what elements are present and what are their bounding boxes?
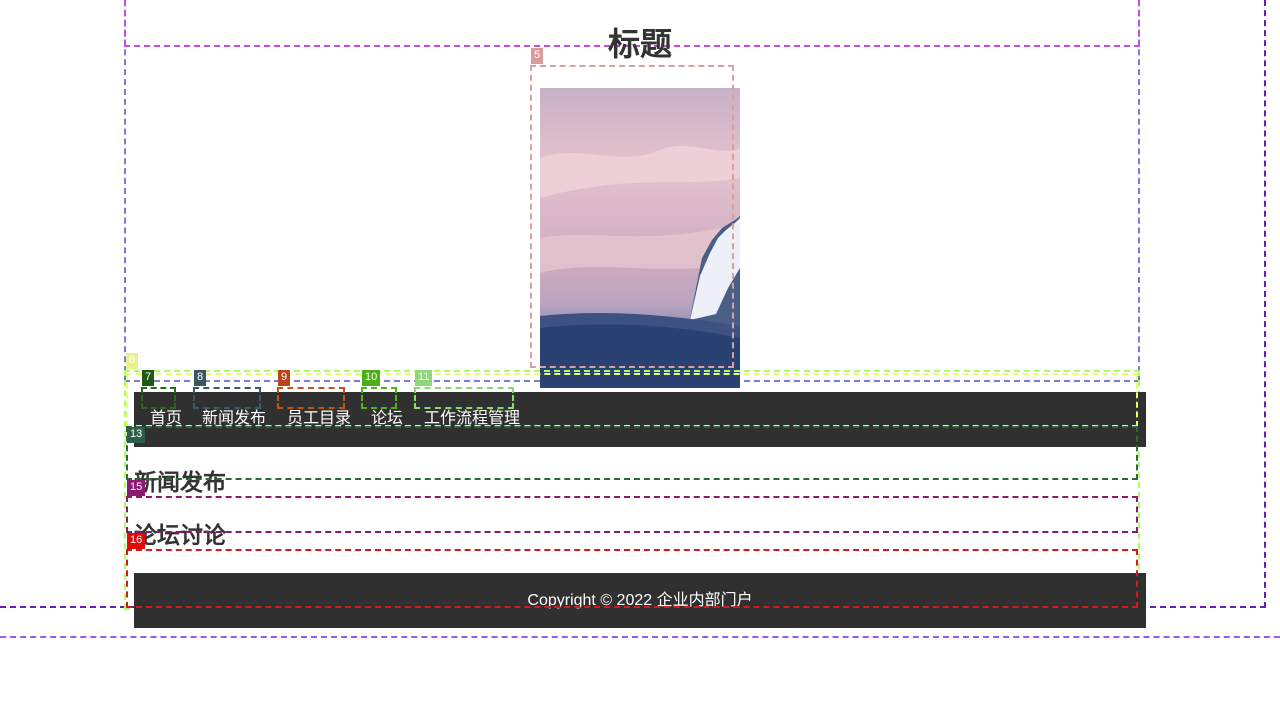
- overlay-tag: 7: [142, 370, 155, 386]
- overlay-outline-nav-workflow: [414, 387, 514, 409]
- page-title: 标题: [607, 25, 672, 63]
- overlay-outline-nav-news: [193, 387, 261, 409]
- overlay-outline-forum: [126, 496, 1138, 533]
- overlay-tag: 9: [278, 370, 291, 386]
- overlay-outline-nav-home: [141, 387, 176, 409]
- overlay-tag: 6: [126, 353, 139, 369]
- overlay-outline-nav-directory: [277, 387, 345, 409]
- overlay-tag: 15: [127, 480, 146, 496]
- overlay-outline-hero: [530, 65, 734, 368]
- overlay-tag: 11: [415, 370, 433, 386]
- overlay-tag: 16: [127, 533, 146, 549]
- overlay-tag: 5: [531, 48, 544, 64]
- overlay-tag: 10: [362, 370, 381, 386]
- overlay-tag: 8: [194, 370, 207, 386]
- overlay-outline-nav-forum: [361, 387, 397, 409]
- overlay-tag: 13: [127, 427, 146, 443]
- overlay-outline-news: [126, 426, 1138, 480]
- overlay-outline-footer: [126, 549, 1138, 608]
